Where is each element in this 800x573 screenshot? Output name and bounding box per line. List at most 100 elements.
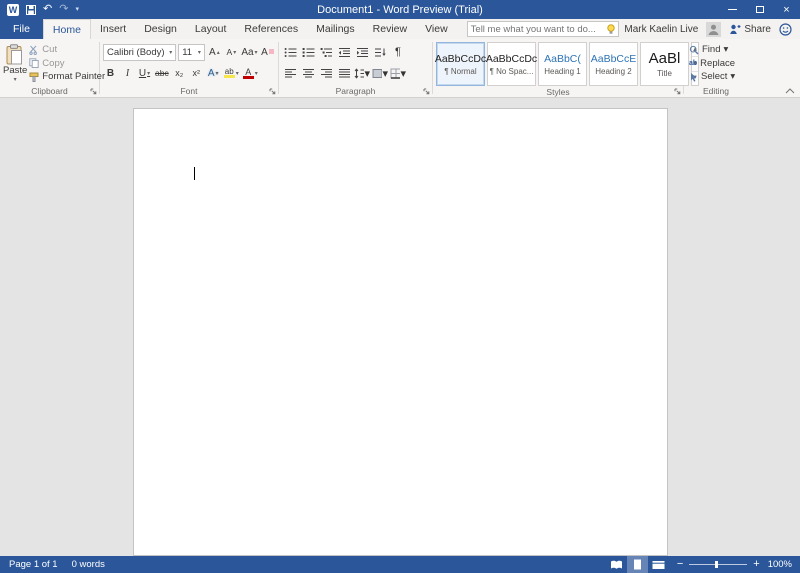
copy-button[interactable]: Copy: [29, 57, 105, 70]
find-button[interactable]: Find ▾: [689, 43, 743, 56]
zoom-percentage[interactable]: 100%: [768, 559, 798, 570]
highlight-button[interactable]: ab ▾: [223, 65, 240, 82]
customize-qat-icon[interactable]: ▾: [75, 6, 79, 13]
style-name: ¶ Normal: [444, 67, 476, 76]
tab-view[interactable]: View: [416, 19, 457, 39]
format-painter-button[interactable]: Format Painter: [29, 70, 105, 83]
align-left-button[interactable]: [282, 65, 298, 82]
minimize-button[interactable]: [719, 0, 746, 19]
italic-button[interactable]: I: [120, 65, 135, 82]
editing-group: Find ▾ ab Replace Select ▾ Editing: [684, 39, 748, 97]
shrink-font-button[interactable]: A▾: [224, 44, 239, 61]
decrease-indent-button[interactable]: [336, 44, 352, 61]
font-color-button[interactable]: A ▾: [242, 65, 259, 82]
tell-me-container: [467, 19, 619, 39]
font-family-combo[interactable]: Calibri (Body) ▾: [103, 44, 176, 61]
style-name: ¶ No Spac...: [490, 67, 534, 76]
read-mode-button[interactable]: [606, 556, 627, 573]
document-area[interactable]: [0, 98, 800, 556]
font-size-combo[interactable]: 11 ▾: [178, 44, 205, 61]
shading-icon: [372, 68, 382, 79]
highlight-dropdown-icon: ▾: [236, 70, 239, 77]
paragraph-dialog-launcher-icon[interactable]: [423, 88, 430, 95]
superscript-button[interactable]: x²: [189, 65, 204, 82]
undo-icon[interactable]: ↶: [43, 4, 52, 15]
cut-button[interactable]: Cut: [29, 43, 105, 56]
zoom-slider-thumb[interactable]: [715, 561, 718, 568]
zoom-slider[interactable]: [689, 564, 747, 565]
subscript-button[interactable]: x₂: [172, 65, 187, 82]
style-normal[interactable]: AaBbCcDc ¶ Normal: [436, 42, 485, 86]
text-effects-label: A: [208, 68, 215, 79]
print-layout-button[interactable]: [627, 556, 648, 573]
account-name[interactable]: Mark Kaelin Live: [624, 24, 698, 35]
justify-button[interactable]: [336, 65, 352, 82]
cut-icon: [29, 45, 39, 55]
maximize-button[interactable]: [746, 0, 773, 19]
text-effects-button[interactable]: A▾: [206, 65, 221, 82]
font-size-dropdown-icon: ▾: [198, 49, 201, 56]
strikethrough-button[interactable]: abc: [154, 65, 170, 82]
word-count-indicator[interactable]: 0 words: [65, 556, 112, 573]
increase-indent-button[interactable]: [354, 44, 370, 61]
underline-label: U: [139, 68, 146, 79]
tell-me-input[interactable]: [471, 24, 603, 35]
styles-dialog-launcher-icon[interactable]: [674, 88, 681, 95]
document-page[interactable]: [133, 108, 668, 556]
select-button[interactable]: Select ▾: [689, 70, 743, 83]
tab-review[interactable]: Review: [364, 19, 416, 39]
avatar[interactable]: [706, 22, 721, 37]
multilevel-list-button[interactable]: [318, 44, 334, 61]
tab-references[interactable]: References: [235, 19, 307, 39]
style-heading1[interactable]: AaBbC( Heading 1: [538, 42, 587, 86]
style-name: Heading 2: [595, 67, 631, 76]
sort-button[interactable]: [372, 44, 388, 61]
zoom-in-icon[interactable]: +: [753, 559, 759, 570]
align-center-button[interactable]: [300, 65, 316, 82]
clipboard-dialog-launcher-icon[interactable]: [90, 88, 97, 95]
grow-font-button[interactable]: A▴: [207, 44, 222, 61]
redo-icon[interactable]: ↷: [59, 4, 68, 15]
tab-layout[interactable]: Layout: [186, 19, 236, 39]
find-label: Find: [702, 44, 720, 55]
collapse-ribbon-icon[interactable]: [785, 88, 795, 94]
style-title[interactable]: AaBl Title: [640, 42, 689, 86]
clear-formatting-button[interactable]: A: [260, 44, 275, 61]
close-button[interactable]: ×: [773, 0, 800, 19]
align-right-button[interactable]: [318, 65, 334, 82]
font-dialog-launcher-icon[interactable]: [269, 88, 276, 95]
numbering-button[interactable]: [300, 44, 316, 61]
save-icon[interactable]: [26, 5, 36, 15]
paste-icon: [6, 44, 24, 65]
borders-button[interactable]: ▾: [390, 65, 406, 82]
tab-home[interactable]: Home: [43, 19, 91, 40]
tell-me-box[interactable]: [467, 21, 619, 37]
tab-mailings[interactable]: Mailings: [307, 19, 364, 39]
show-hide-marks-button[interactable]: ¶: [390, 44, 406, 61]
font-color-dropdown-icon: ▾: [255, 70, 258, 77]
word-app-icon[interactable]: W: [7, 4, 19, 16]
tab-file[interactable]: File: [0, 19, 43, 39]
tab-design[interactable]: Design: [135, 19, 186, 39]
style-no-spacing[interactable]: AaBbCcDc ¶ No Spac...: [487, 42, 536, 86]
shading-button[interactable]: ▾: [372, 65, 388, 82]
style-name: Heading 1: [544, 67, 580, 76]
replace-button[interactable]: ab Replace: [689, 57, 743, 70]
web-layout-button[interactable]: [648, 556, 669, 573]
font-group-label: Font: [180, 86, 197, 96]
share-button[interactable]: Share: [729, 23, 771, 35]
change-case-button[interactable]: Aa▾: [241, 44, 258, 61]
bullets-button[interactable]: [282, 44, 298, 61]
share-icon: [729, 23, 741, 35]
tab-insert[interactable]: Insert: [91, 19, 135, 39]
line-spacing-button[interactable]: ▾: [354, 65, 370, 82]
zoom-out-icon[interactable]: −: [677, 559, 683, 570]
feedback-smiley-icon[interactable]: [779, 23, 792, 36]
style-heading2[interactable]: AaBbCcE Heading 2: [589, 42, 638, 86]
underline-button[interactable]: U▾: [137, 65, 152, 82]
bold-button[interactable]: B: [103, 65, 118, 82]
page-count-indicator[interactable]: Page 1 of 1: [2, 556, 65, 573]
text-effects-dropdown-icon: ▾: [216, 70, 219, 77]
paste-button[interactable]: Paste ▾: [3, 42, 27, 84]
styles-group-label: Styles: [546, 87, 569, 97]
